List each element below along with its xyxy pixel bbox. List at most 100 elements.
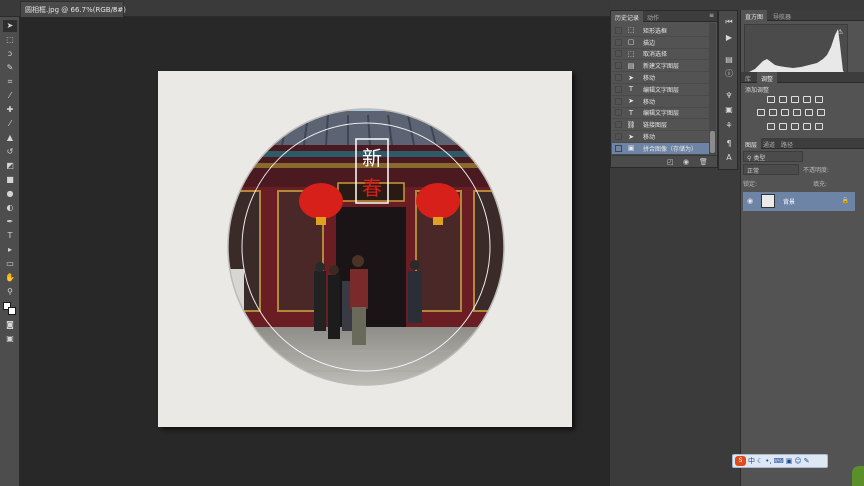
history-source-checkbox[interactable] bbox=[615, 26, 622, 34]
blur-tool-icon[interactable]: ● bbox=[3, 188, 17, 200]
tab-history[interactable]: 历史记录 bbox=[611, 11, 644, 22]
healing-brush-tool-icon[interactable]: ✚ bbox=[3, 104, 17, 116]
eyedropper-tool-icon[interactable]: ⁄ bbox=[3, 90, 17, 102]
history-item[interactable]: ▣ 拼合图像（存储为） bbox=[612, 143, 710, 155]
tab-layers[interactable]: 图层 bbox=[741, 138, 762, 149]
history-source-checkbox[interactable] bbox=[615, 144, 622, 152]
screen-mode-icon[interactable]: ▣ bbox=[3, 333, 17, 345]
exposure-icon[interactable] bbox=[803, 96, 811, 103]
color-lookup-icon[interactable] bbox=[817, 109, 825, 116]
posterize-icon[interactable] bbox=[779, 123, 787, 130]
layer-row-background[interactable]: ◉ 背景 🔒 bbox=[743, 192, 855, 211]
punctuation-icon[interactable]: •, bbox=[765, 457, 771, 465]
close-tab-icon[interactable]: × bbox=[112, 5, 118, 13]
tab-channels[interactable]: 通道 bbox=[759, 138, 779, 149]
gradient-tool-icon[interactable]: ■ bbox=[3, 174, 17, 186]
history-item[interactable]: ⛓ 链接图层 bbox=[612, 119, 710, 132]
layer-comps-icon[interactable]: ▤ bbox=[724, 55, 734, 65]
crop-tool-icon[interactable]: ⌗ bbox=[3, 76, 17, 88]
tab-histogram[interactable]: 直方图 bbox=[741, 10, 768, 21]
paragraph-icon[interactable]: ¶ bbox=[724, 139, 734, 149]
keyboard-icon[interactable]: ⌨ bbox=[774, 457, 784, 465]
path-select-tool-icon[interactable]: ▸ bbox=[3, 244, 17, 256]
rect-marquee-tool-icon[interactable]: ⬚ bbox=[3, 34, 17, 46]
vibrance-icon[interactable] bbox=[815, 96, 823, 103]
history-item[interactable]: ➤ 移动 bbox=[612, 131, 710, 143]
shape-tool-icon[interactable]: ▭ bbox=[3, 258, 17, 270]
brush-presets-icon[interactable]: ♆ bbox=[724, 91, 734, 101]
clone-stamp-tool-icon[interactable]: ▲ bbox=[3, 132, 17, 144]
clone-source-icon[interactable]: ⚘ bbox=[724, 121, 734, 131]
history-source-checkbox[interactable] bbox=[615, 62, 622, 70]
history-source-checkbox[interactable] bbox=[615, 121, 622, 129]
lasso-tool-icon[interactable]: ↄ bbox=[3, 48, 17, 60]
threshold-icon[interactable] bbox=[791, 123, 799, 130]
history-panel-icon[interactable]: ⏮ bbox=[724, 17, 734, 27]
tab-adjustments[interactable]: 调整 bbox=[757, 72, 778, 83]
layer-visibility-eye-icon[interactable]: ◉ bbox=[747, 197, 753, 205]
gradient-map-icon[interactable] bbox=[803, 123, 811, 130]
history-item[interactable]: ⬚ 矩形选框 bbox=[612, 25, 710, 37]
history-source-checkbox[interactable] bbox=[615, 85, 622, 93]
dodge-tool-icon[interactable]: ◐ bbox=[3, 202, 17, 214]
history-item[interactable]: T 编辑文字图层 bbox=[612, 84, 710, 96]
invert-icon[interactable] bbox=[767, 123, 775, 130]
background-color-swatch[interactable] bbox=[8, 307, 16, 315]
history-scroll-thumb[interactable] bbox=[710, 131, 715, 153]
selective-color-icon[interactable] bbox=[815, 123, 823, 130]
brightness-icon[interactable] bbox=[767, 96, 775, 103]
blend-mode-select[interactable]: 正常 bbox=[743, 164, 799, 175]
delete-state-icon[interactable]: 🗑 bbox=[699, 158, 708, 166]
panel-menu-icon[interactable]: ≡ bbox=[709, 12, 714, 19]
user-icon[interactable]: ☺ bbox=[794, 457, 801, 465]
history-scrollbar[interactable] bbox=[709, 23, 716, 155]
tab-actions[interactable]: 动作 bbox=[643, 11, 663, 22]
history-source-checkbox[interactable] bbox=[615, 50, 622, 58]
history-source-checkbox[interactable] bbox=[615, 38, 622, 46]
history-brush-tool-icon[interactable]: ↺ bbox=[3, 146, 17, 158]
skin-icon[interactable]: ▣ bbox=[786, 457, 793, 465]
tab-navigator[interactable]: 导航器 bbox=[769, 10, 795, 21]
pen-tool-icon[interactable]: ✒ bbox=[3, 216, 17, 228]
curves-icon[interactable] bbox=[791, 96, 799, 103]
hand-tool-icon[interactable]: ✋ bbox=[3, 272, 17, 284]
history-source-checkbox[interactable] bbox=[615, 97, 622, 105]
color-balance-icon[interactable] bbox=[769, 109, 777, 116]
type-tool-icon[interactable]: T bbox=[3, 230, 17, 242]
ime-language-label[interactable]: 中 bbox=[748, 456, 755, 466]
quick-mask-icon[interactable]: ◙ bbox=[3, 319, 17, 331]
layer-name[interactable]: 背景 bbox=[783, 197, 795, 206]
levels-icon[interactable] bbox=[779, 96, 787, 103]
history-item[interactable]: ➤ 移动 bbox=[612, 72, 710, 84]
channel-mixer-icon[interactable] bbox=[805, 109, 813, 116]
move-tool-icon[interactable]: ➤ bbox=[3, 20, 17, 32]
warning-icon[interactable]: ⚠ bbox=[837, 28, 844, 36]
hue-saturation-icon[interactable] bbox=[757, 109, 765, 116]
history-item[interactable]: ▢ 描边 bbox=[612, 37, 710, 49]
document-canvas[interactable]: 新 春 bbox=[158, 71, 572, 427]
tools-icon[interactable]: ✎ bbox=[804, 457, 810, 465]
history-item[interactable]: ▤ 新建文字图层 bbox=[612, 60, 710, 73]
tab-paths[interactable]: 路径 bbox=[777, 138, 797, 149]
zoom-tool-icon[interactable]: ⚲ bbox=[3, 286, 17, 298]
layer-filter-kind-select[interactable]: ⚲ 类型 bbox=[743, 151, 803, 162]
brush-panel-icon[interactable]: ▣ bbox=[724, 105, 734, 115]
quick-select-tool-icon[interactable]: ✎ bbox=[3, 62, 17, 74]
photo-filter-icon[interactable] bbox=[793, 109, 801, 116]
history-item[interactable]: T 编辑文字图层 bbox=[612, 108, 710, 120]
actions-panel-icon[interactable]: ▶ bbox=[724, 33, 734, 43]
eraser-tool-icon[interactable]: ◩ bbox=[3, 160, 17, 172]
history-source-checkbox[interactable] bbox=[615, 109, 622, 117]
document-tab[interactable]: 圆相框.jpg @ 66.7%(RGB/8#) × bbox=[20, 1, 126, 17]
history-source-checkbox[interactable] bbox=[615, 133, 622, 141]
black-white-icon[interactable] bbox=[781, 109, 789, 116]
history-item[interactable]: ⬚ 取消选择 bbox=[612, 49, 710, 61]
moon-icon[interactable]: ☾ bbox=[757, 457, 763, 465]
history-source-checkbox[interactable] bbox=[615, 74, 622, 82]
brush-tool-icon[interactable]: ⁄ bbox=[3, 118, 17, 130]
snapshot-camera-icon[interactable]: ◉ bbox=[683, 158, 689, 166]
character-icon[interactable]: A bbox=[724, 153, 734, 163]
info-panel-icon[interactable]: ⓘ bbox=[724, 69, 734, 79]
history-item[interactable]: ➤ 移动 bbox=[612, 96, 710, 108]
sogou-logo-icon[interactable]: S bbox=[735, 456, 746, 466]
